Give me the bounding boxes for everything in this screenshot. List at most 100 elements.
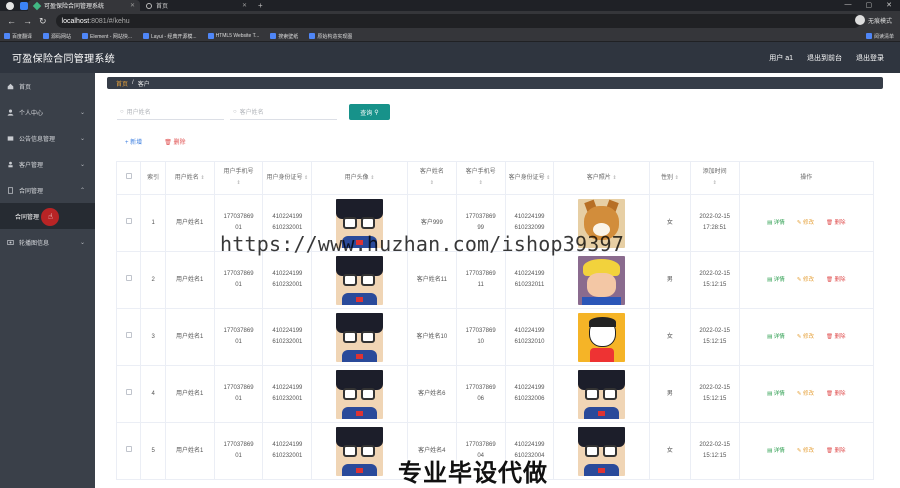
bookmark[interactable]: Layui - 经典开源模...: [143, 33, 197, 40]
header-gender[interactable]: 性别 ⇕: [649, 161, 691, 195]
checkbox[interactable]: [125, 445, 132, 452]
view-button[interactable]: ▤ 详情: [767, 218, 785, 229]
bookmark[interactable]: 百度翻译: [4, 33, 32, 40]
browser-tab[interactable]: 首页 ✕: [140, 0, 252, 11]
browser-tab-active[interactable]: 可盈保险合同管理系统 ✕: [28, 0, 140, 11]
new-tab-icon[interactable]: +: [258, 1, 263, 10]
reload-icon[interactable]: ↻: [39, 16, 47, 27]
sort-icon[interactable]: ⇕: [370, 175, 374, 181]
sidebar-item-carousel[interactable]: 轮播图信息 ⌄: [0, 229, 95, 255]
bookmark[interactable]: Element - 网站快...: [82, 33, 132, 40]
maximize-icon[interactable]: ▢: [866, 1, 873, 9]
time-text: 15:12:15: [702, 453, 727, 459]
sort-icon[interactable]: ⇕: [200, 175, 204, 181]
row-select-cell[interactable]: [115, 422, 142, 480]
query-button[interactable]: 查询 ⚲: [349, 104, 390, 120]
sort-icon[interactable]: ⇕: [713, 180, 717, 186]
sort-icon[interactable]: ⇕: [479, 180, 483, 186]
view-button[interactable]: ▤ 详情: [767, 446, 785, 457]
incognito-indicator[interactable]: 无痕模式: [854, 15, 892, 25]
cell-gender: 男: [649, 365, 691, 423]
delete-button[interactable]: 🗑 删除: [826, 446, 846, 457]
close-icon[interactable]: ✕: [242, 2, 247, 9]
header-user-phone[interactable]: 用户手机号 ⇕: [213, 161, 264, 195]
row-select-cell[interactable]: [115, 308, 142, 366]
bookmark[interactable]: 源码网站: [43, 33, 71, 40]
reading-list[interactable]: 阅读清单: [865, 33, 894, 40]
sidebar-item-home[interactable]: 首页: [0, 73, 95, 99]
sidebar-item-contract[interactable]: 合同管理 ⌃: [0, 177, 95, 203]
id-part: 410224199: [514, 442, 545, 448]
edit-button[interactable]: ✎ 修改: [797, 389, 814, 400]
header-customer-photo[interactable]: 客户照片 ⇕: [553, 161, 651, 195]
edit-button[interactable]: ✎ 修改: [797, 275, 814, 286]
checkbox[interactable]: [125, 217, 132, 224]
edit-button[interactable]: ✎ 修改: [797, 446, 814, 457]
bookmark[interactable]: 搜索壁纸: [270, 33, 298, 40]
delete-button[interactable]: 🗑 删除: [826, 332, 846, 343]
row-select-cell[interactable]: [115, 251, 142, 309]
phone-part: 177037869: [223, 442, 254, 448]
back-to-front-link[interactable]: 退出到前台: [807, 53, 842, 63]
header-user-id[interactable]: 用户身份证号 ⇕: [262, 161, 313, 195]
user-name-search-input[interactable]: ○ 用户姓名: [117, 104, 224, 120]
header-customer-phone[interactable]: 客户手机号 ⇕: [455, 161, 506, 195]
close-icon[interactable]: ✕: [130, 2, 135, 9]
select-all-cell[interactable]: [115, 161, 142, 195]
view-button[interactable]: ▤ 详情: [767, 275, 785, 286]
checkbox[interactable]: [125, 274, 132, 281]
cell-customer-photo: [553, 251, 651, 309]
profile-icon[interactable]: [6, 1, 14, 10]
bookmark[interactable]: 原始构造实现图: [309, 33, 352, 40]
row-select-cell[interactable]: [115, 194, 142, 252]
edit-button[interactable]: ✎ 修改: [797, 218, 814, 229]
sidebar-item-profile[interactable]: 个人中心 ⌄: [0, 99, 95, 125]
header-customer-name[interactable]: 客户姓名 ⇕: [406, 161, 457, 195]
delete-label: 删除: [173, 140, 186, 146]
header-user-name[interactable]: 用户姓名 ⇕: [164, 161, 215, 195]
sort-icon[interactable]: ⇕: [675, 175, 679, 181]
forward-icon[interactable]: →: [23, 16, 32, 26]
header-user-avatar[interactable]: 用户头像 ⇕: [311, 161, 408, 195]
view-button[interactable]: ▤ 详情: [767, 332, 785, 343]
checkbox[interactable]: [125, 172, 132, 179]
logout-link[interactable]: 退出登录: [856, 53, 884, 63]
id-part: 610232099: [514, 225, 545, 231]
close-window-icon[interactable]: ✕: [886, 1, 892, 9]
header-added-time[interactable]: 添加时间 ⇕: [689, 161, 740, 195]
conan-avatar-image: [336, 426, 384, 476]
globe-icon: [146, 2, 152, 9]
breadcrumb-home[interactable]: 首页: [116, 79, 128, 88]
sort-icon[interactable]: ⇕: [546, 175, 550, 181]
extension-icon[interactable]: [20, 1, 28, 10]
sort-icon[interactable]: ⇕: [304, 175, 308, 181]
sidebar-item-customer[interactable]: 客户管理 ⌄: [0, 151, 95, 177]
checkbox[interactable]: [125, 388, 132, 395]
delete-button[interactable]: 🗑 删除: [826, 218, 846, 229]
header-index: 索引: [140, 161, 166, 195]
minimize-icon[interactable]: —: [845, 1, 852, 9]
customer-name-search-input[interactable]: ○ 客户姓名: [230, 104, 337, 120]
batch-delete-button[interactable]: 🗑 删除: [164, 137, 185, 146]
row-select-cell[interactable]: [115, 365, 142, 423]
edit-button[interactable]: ✎ 修改: [797, 332, 814, 343]
sidebar-subitem-contract[interactable]: 合同管理 ☝: [0, 203, 95, 229]
view-label: 详情: [773, 276, 785, 283]
sidebar-subitem-label: 合同管理: [15, 214, 40, 221]
delete-button[interactable]: 🗑 删除: [826, 275, 846, 286]
delete-button[interactable]: 🗑 删除: [826, 389, 846, 400]
sidebar-item-notice[interactable]: 公告信息管理 ⌄: [0, 125, 95, 151]
bookmark[interactable]: HTML5 Website T...: [207, 33, 259, 39]
checkbox[interactable]: [125, 331, 132, 338]
back-icon[interactable]: ←: [7, 16, 16, 26]
sort-icon[interactable]: ⇕: [612, 175, 616, 181]
phone-part: 177037869: [223, 385, 254, 391]
view-button[interactable]: ▤ 详情: [767, 389, 785, 400]
add-button[interactable]: + 新增: [125, 137, 142, 146]
cell-added-time: 2022-02-15 15:12:15: [689, 308, 740, 366]
header-customer-id[interactable]: 客户身份证号 ⇕: [504, 161, 555, 195]
sort-icon[interactable]: ⇕: [430, 180, 434, 186]
sort-icon[interactable]: ⇕: [236, 180, 240, 186]
url-field[interactable]: localhost:8081/#/kehu: [55, 14, 861, 28]
header-label: 性别: [660, 174, 673, 181]
